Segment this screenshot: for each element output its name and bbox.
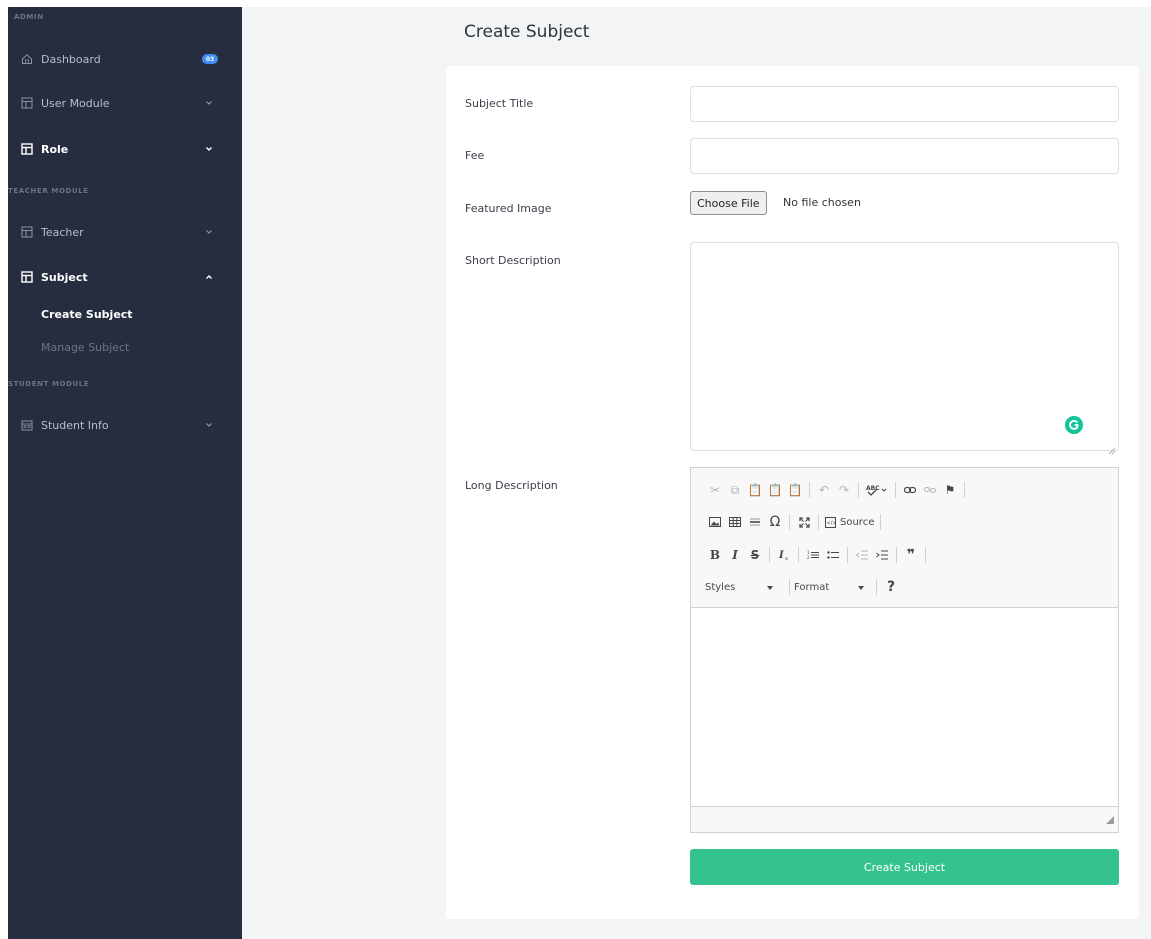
chevron-down-icon [204,420,214,430]
sidebar-item-student-info[interactable]: Student Info [8,413,242,437]
cut-icon[interactable]: ✂ [705,480,725,500]
sidebar-item-user-module[interactable]: User Module [8,91,242,115]
sidebar: ADMIN Dashboard 03 User Module Role TEAC… [8,7,242,939]
sidebar-section-student-module: STUDENT MODULE [8,380,90,388]
outdent-icon[interactable] [852,545,872,565]
grammarly-icon[interactable] [1065,416,1083,434]
sidebar-item-label: Teacher [41,225,84,239]
sidebar-item-role[interactable]: Role [8,137,242,161]
sidebar-item-label: Student Info [41,418,109,432]
resize-handle-icon[interactable] [1108,440,1116,455]
paste-word-icon[interactable]: 📋 [785,480,805,500]
subject-title-label: Subject Title [465,97,534,110]
caret-down-icon [767,582,773,593]
svg-text:I: I [778,550,784,561]
chevron-down-icon [204,98,214,108]
building-icon [20,419,33,432]
chevron-up-icon [204,272,214,282]
layout-icon [20,143,33,156]
indent-icon[interactable] [872,545,892,565]
layout-icon [20,226,33,239]
toolbar-row-clipboard: ✂ ⧉ 📋 📋 📋 ↶ ↷ ABC ⚑ [705,479,969,501]
spellcheck-icon[interactable]: ABC [863,480,891,500]
editor-toolbar: ✂ ⧉ 📋 📋 📋 ↶ ↷ ABC ⚑ Ω </> Source B I S I… [691,468,1118,608]
sidebar-item-label: User Module [41,96,110,110]
horizontal-line-icon[interactable] [745,512,765,532]
help-icon[interactable]: ? [881,577,901,597]
sidebar-section-admin: ADMIN [14,13,44,21]
fee-label: Fee [465,149,485,162]
fee-input[interactable] [690,138,1119,174]
home-icon [20,53,33,66]
create-subject-button[interactable]: Create Subject [690,849,1119,885]
svg-text:2: 2 [807,555,810,560]
table-icon[interactable] [725,512,745,532]
format-dropdown[interactable]: Format [794,577,872,597]
dashboard-count-badge: 03 [202,54,218,64]
sidebar-item-dashboard[interactable]: Dashboard 03 [8,47,242,71]
editor-content-area[interactable] [691,608,1118,806]
file-status-text: No file chosen [783,196,861,209]
source-button[interactable]: </> Source [823,512,876,532]
unlink-icon[interactable] [920,480,940,500]
sidebar-item-label: Dashboard [41,52,101,66]
toolbar-row-styles: Styles Format ? [705,576,901,598]
sidebar-subitem-manage-subject[interactable]: Manage Subject [41,341,129,354]
chevron-down-icon [204,144,214,154]
choose-file-button[interactable]: Choose File [690,191,767,215]
styles-dropdown[interactable]: Styles [705,577,785,597]
sidebar-item-label: Subject [41,270,88,284]
chevron-down-icon [204,227,214,237]
featured-image-label: Featured Image [465,202,552,215]
caret-down-icon [858,582,864,593]
image-icon[interactable] [705,512,725,532]
toolbar-row-insert: Ω </> Source [705,511,885,533]
anchor-flag-icon[interactable]: ⚑ [940,480,960,500]
paste-icon[interactable]: 📋 [745,480,765,500]
styles-label: Styles [705,581,736,593]
layout-icon [20,97,33,110]
toolbar-row-format: B I S Ix 12 ❞ [705,544,930,566]
maximize-icon[interactable] [794,512,814,532]
italic-icon[interactable]: I [725,545,745,565]
paste-text-icon[interactable]: 📋 [765,480,785,500]
remove-format-icon[interactable]: Ix [774,545,794,565]
strikethrough-icon[interactable]: S [745,545,765,565]
sidebar-item-label: Role [41,142,69,156]
blockquote-icon[interactable]: ❞ [901,545,921,565]
long-description-label: Long Description [465,479,558,492]
sidebar-item-teacher[interactable]: Teacher [8,220,242,244]
bullet-list-icon[interactable] [823,545,843,565]
resize-handle-icon[interactable] [1106,809,1114,828]
source-label: Source [840,516,875,528]
sidebar-subitem-create-subject[interactable]: Create Subject [41,308,133,321]
svg-text:</>: </> [827,520,837,526]
undo-icon[interactable]: ↶ [814,480,834,500]
format-label: Format [794,581,830,593]
redo-icon[interactable]: ↷ [834,480,854,500]
numbered-list-icon[interactable]: 12 [803,545,823,565]
svg-text:ABC: ABC [866,485,880,492]
link-icon[interactable] [900,480,920,500]
special-char-icon[interactable]: Ω [765,512,785,532]
svg-text:x: x [785,556,788,561]
app-page: ADMIN Dashboard 03 User Module Role TEAC… [0,0,1151,939]
editor-footer [691,806,1118,832]
subject-title-input[interactable] [690,86,1119,122]
copy-icon[interactable]: ⧉ [725,480,745,500]
sidebar-section-teacher-module: TEACHER MODULE [8,187,89,195]
bold-icon[interactable]: B [705,545,725,565]
short-description-label: Short Description [465,254,561,267]
rich-text-editor: ✂ ⧉ 📋 📋 📋 ↶ ↷ ABC ⚑ Ω </> Source B I S I… [690,467,1119,833]
sidebar-item-subject[interactable]: Subject [8,265,242,289]
layout-icon [20,271,33,284]
short-description-textarea[interactable] [690,242,1119,455]
page-title: Create Subject [464,22,590,42]
